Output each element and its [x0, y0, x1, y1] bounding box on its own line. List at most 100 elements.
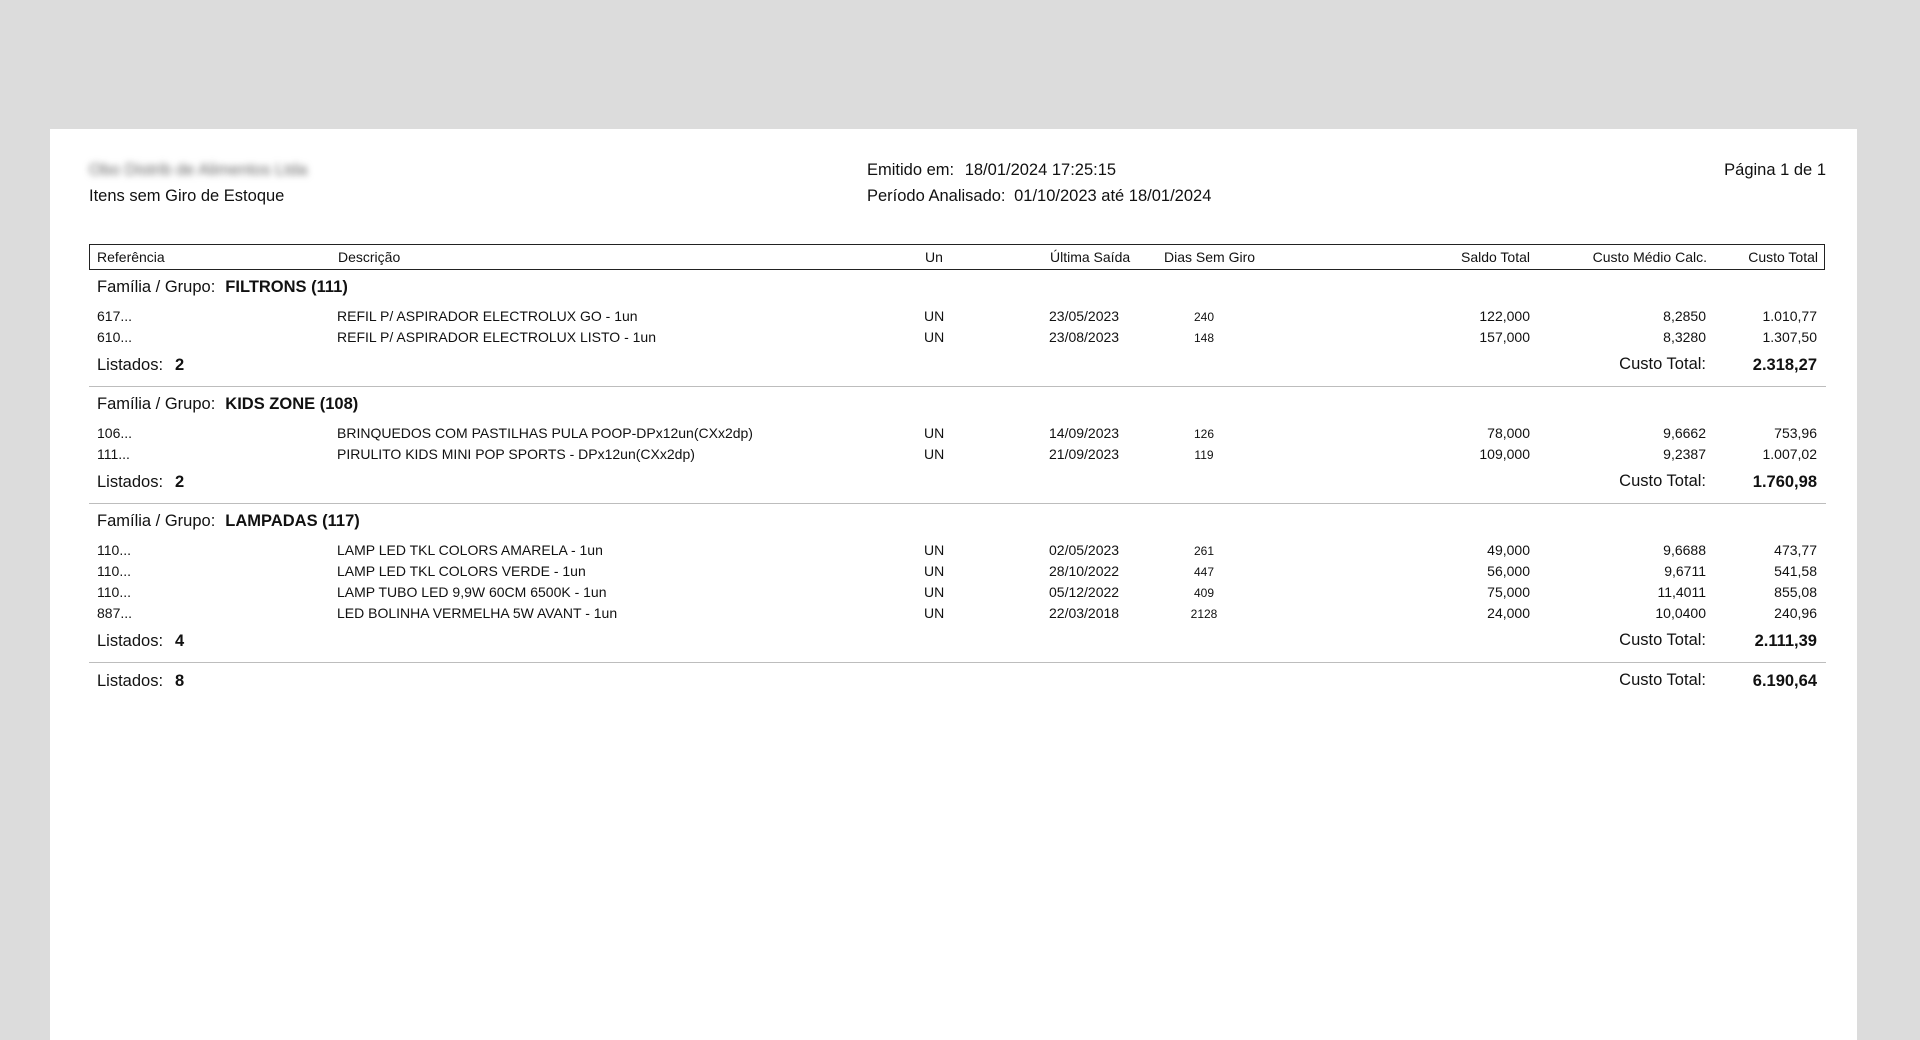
col-custo-total: Custo Total [1748, 249, 1818, 265]
cell-days: 261 [1193, 544, 1215, 558]
cell-un: UN [924, 425, 945, 441]
table-row: 887... LED BOLINHA VERMELHA 5W AVANT - 1… [89, 605, 1826, 626]
col-un: Un [925, 249, 943, 265]
cell-ref: 110... [97, 563, 131, 579]
period-label: Período Analisado: [867, 187, 1006, 205]
cell-last-exit: 21/09/2023 [1049, 446, 1120, 462]
column-header: Referência Descrição Un Última Saída Dia… [89, 244, 1825, 270]
cell-ref: 111... [97, 446, 130, 462]
cell-desc: LAMP LED TKL COLORS AMARELA - 1un [337, 542, 603, 558]
page-number: Página 1 de 1 [1724, 161, 1826, 179]
period-value: 01/10/2023 até 18/01/2024 [1014, 187, 1212, 205]
group-title: Família / Grupo: LAMPADAS (117) [97, 512, 360, 531]
col-ref: Referência [97, 249, 165, 265]
group-label: Família / Grupo: [97, 278, 216, 296]
cell-saldo: 122,000 [1479, 308, 1530, 324]
company-name: Obo Distrib de Alimentos Ltda [89, 161, 308, 179]
cell-desc: PIRULITO KIDS MINI POP SPORTS - DPx12un(… [337, 446, 695, 462]
group-total: 2.318,27 [1752, 356, 1817, 374]
cell-custo-total: 1.307,50 [1762, 329, 1818, 345]
cell-days: 119 [1194, 448, 1214, 462]
table-row: 610... REFIL P/ ASPIRADOR ELECTROLUX LIS… [89, 329, 1826, 350]
table-row: 106... BRINQUEDOS COM PASTILHAS PULA POO… [89, 425, 1826, 446]
grand-footer: Listados: 8 Custo Total: 6.190,64 [89, 671, 1826, 696]
emitted-line: Emitido em: 18/01/2024 17:25:15 [867, 161, 1116, 180]
cell-custo-total: 541,58 [1774, 563, 1817, 579]
listed-count: 4 [175, 632, 185, 650]
group-total: 1.760,98 [1752, 473, 1817, 491]
cell-ref: 110... [97, 584, 131, 600]
cell-un: UN [924, 308, 945, 324]
col-days: Dias Sem Giro [1164, 249, 1256, 265]
cell-last-exit: 23/08/2023 [1049, 329, 1120, 345]
group-title: Família / Grupo: KIDS ZONE (108) [97, 395, 358, 414]
group-label: Família / Grupo: [97, 512, 216, 530]
group-divider [89, 386, 1826, 387]
grand-listed-count: 8 [175, 672, 185, 690]
col-saldo: Saldo Total [1460, 249, 1530, 265]
cell-days: 240 [1193, 310, 1215, 324]
cell-ref: 610... [97, 329, 133, 345]
emitted-value: 18/01/2024 17:25:15 [964, 161, 1117, 179]
cell-desc: BRINQUEDOS COM PASTILHAS PULA POOP-DPx12… [337, 425, 753, 441]
listed-count: 2 [175, 473, 185, 491]
table-row: 111... PIRULITO KIDS MINI POP SPORTS - D… [89, 446, 1826, 467]
cell-last-exit: 28/10/2022 [1049, 563, 1120, 579]
cell-ref: 106... [97, 425, 133, 441]
report-page: Obo Distrib de Alimentos Ltda Itens sem … [50, 129, 1857, 1040]
cell-last-exit: 05/12/2022 [1049, 584, 1120, 600]
listed-label: Listados: [97, 632, 164, 650]
table-row: 110... LAMP LED TKL COLORS VERDE - 1un U… [89, 563, 1826, 584]
group-name: KIDS ZONE (108) [225, 395, 359, 413]
cell-ref: 887... [97, 605, 133, 621]
report-title: Itens sem Giro de Estoque [89, 187, 285, 205]
group-name: FILTRONS (111) [225, 278, 348, 296]
cell-desc: REFIL P/ ASPIRADOR ELECTROLUX GO - 1un [337, 308, 638, 324]
group-label: Família / Grupo: [97, 395, 216, 413]
cell-custo-total: 1.007,02 [1762, 446, 1818, 462]
cell-last-exit: 22/03/2018 [1049, 605, 1120, 621]
cell-saldo: 157,000 [1479, 329, 1530, 345]
cell-last-exit: 23/05/2023 [1049, 308, 1120, 324]
cell-days: 126 [1193, 427, 1215, 441]
emitted-label: Emitido em: [867, 161, 955, 179]
cell-desc: LAMP LED TKL COLORS VERDE - 1un [337, 563, 586, 579]
listed-label: Listados: [97, 473, 164, 491]
cell-ref: 110... [97, 542, 131, 558]
cell-custo-total: 240,96 [1774, 605, 1817, 621]
group-name: LAMPADAS (117) [225, 512, 360, 530]
cell-days: 409 [1193, 586, 1215, 600]
table-row: 110... LAMP TUBO LED 9,9W 60CM 6500K - 1… [89, 584, 1826, 605]
cell-saldo: 56,000 [1487, 563, 1530, 579]
group-footer: Listados: 4 Custo Total: 2.111,39 [89, 631, 1826, 656]
group-title: Família / Grupo: FILTRONS (111) [97, 278, 348, 297]
cell-un: UN [924, 605, 945, 621]
table-row: 617... REFIL P/ ASPIRADOR ELECTROLUX GO … [89, 308, 1826, 329]
group-footer: Listados: 2 Custo Total: 1.760,98 [89, 472, 1826, 497]
table-row: 110... LAMP LED TKL COLORS AMARELA - 1un… [89, 542, 1826, 563]
cell-saldo: 24,000 [1487, 605, 1530, 621]
cell-last-exit: 02/05/2023 [1049, 542, 1120, 558]
cell-ref: 617... [97, 308, 133, 324]
cell-custo-total: 1.010,77 [1762, 308, 1818, 324]
period-line: Período Analisado: 01/10/2023 até 18/01/… [867, 187, 1211, 206]
cell-custo-total: 753,96 [1774, 425, 1817, 441]
col-desc: Descrição [338, 249, 401, 265]
grand-total: 6.190,64 [1752, 672, 1817, 690]
cell-saldo: 78,000 [1487, 425, 1530, 441]
cell-desc: LAMP TUBO LED 9,9W 60CM 6500K - 1un [337, 584, 607, 600]
cell-custo-total: 855,08 [1774, 584, 1817, 600]
listed-label: Listados: [97, 356, 164, 374]
cell-days: 148 [1193, 331, 1215, 345]
group-footer: Listados: 2 Custo Total: 2.318,27 [89, 355, 1826, 380]
cell-desc: REFIL P/ ASPIRADOR ELECTROLUX LISTO - 1u… [337, 329, 656, 345]
listed-label: Listados: [97, 672, 164, 690]
cell-custo-total: 473,77 [1774, 542, 1817, 558]
cell-saldo: 75,000 [1487, 584, 1530, 600]
cell-days: 447 [1193, 565, 1215, 579]
group-total: 2.111,39 [1754, 632, 1817, 650]
cell-last-exit: 14/09/2023 [1049, 425, 1120, 441]
cell-un: UN [924, 584, 945, 600]
cell-un: UN [924, 329, 945, 345]
cell-desc: LED BOLINHA VERMELHA 5W AVANT - 1un [337, 605, 618, 621]
